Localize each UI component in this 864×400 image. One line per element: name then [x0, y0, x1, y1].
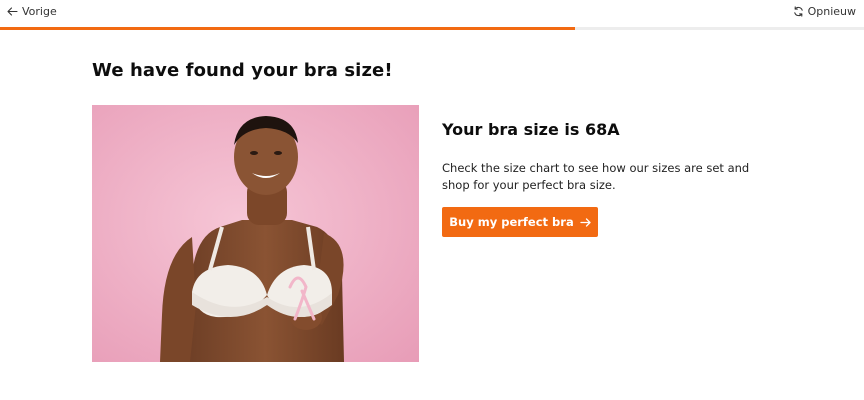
result-title: Your bra size is 68A [442, 120, 620, 139]
progress-bar [0, 27, 864, 30]
top-bar: Vorige Opnieuw [0, 0, 864, 27]
progress-bar-fill [0, 27, 576, 30]
restart-label: Opnieuw [807, 5, 856, 18]
restart-link[interactable]: Opnieuw [793, 5, 856, 18]
arrow-left-icon [7, 7, 18, 16]
arrow-right-icon [580, 217, 591, 227]
result-description: Check the size chart to see how our size… [442, 161, 750, 192]
model-photo [92, 105, 419, 362]
page-title: We have found your bra size! [92, 60, 393, 81]
back-label: Vorige [22, 5, 57, 18]
back-link[interactable]: Vorige [7, 5, 57, 18]
refresh-icon [793, 6, 804, 17]
buy-button-label: Buy my perfect bra [449, 215, 574, 229]
buy-button[interactable]: Buy my perfect bra [442, 207, 598, 237]
